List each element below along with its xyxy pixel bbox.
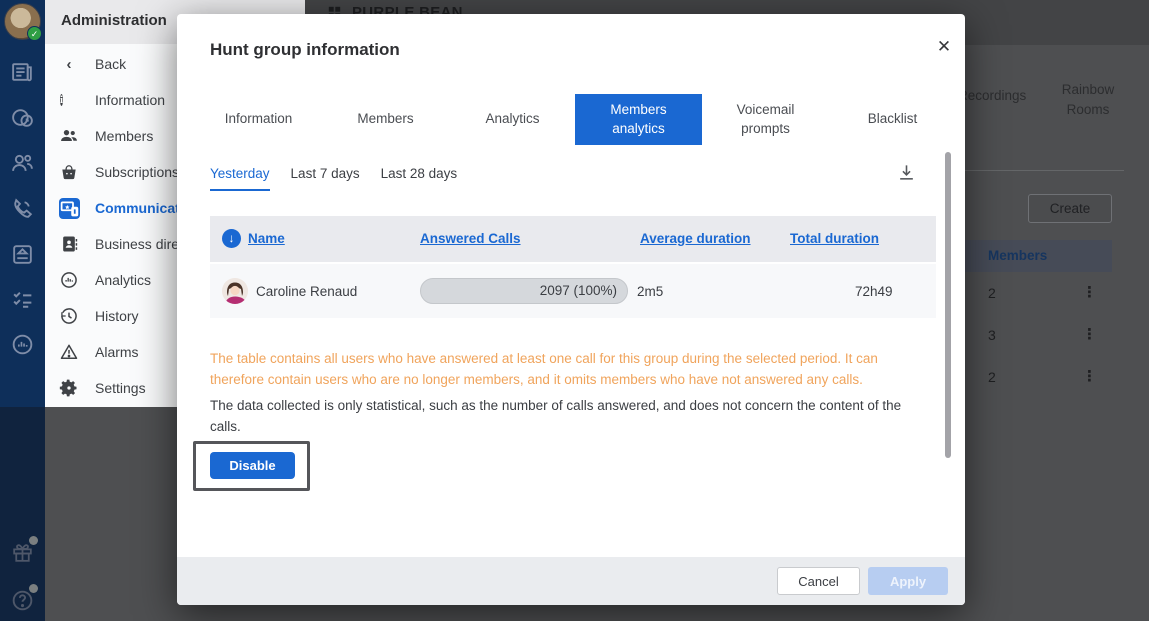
analytics-icon [59, 270, 79, 290]
hunt-group-information-modal: Hunt group information ✕ Information Mem… [177, 14, 965, 605]
sidebar-item-label: Back [95, 56, 126, 72]
cancel-button[interactable]: Cancel [777, 567, 860, 595]
alarm-triangle-icon [59, 342, 79, 362]
total-duration-value: 72h49 [855, 284, 893, 299]
period-last-28-days[interactable]: Last 28 days [381, 166, 458, 191]
chevron-left-icon: ‹ [59, 56, 79, 73]
members-column-header: Members [988, 248, 1047, 263]
tab-voicemail-prompts[interactable]: Voicemail prompts [702, 94, 829, 145]
sidebar-item-label: History [95, 308, 139, 324]
contacts-icon[interactable] [10, 150, 35, 175]
table-row: Caroline Renaud 2097 (100%) 2m5 72h49 [210, 264, 936, 318]
sidebar-item-label: Settings [95, 380, 146, 396]
average-duration-value: 2m5 [637, 284, 663, 299]
period-yesterday[interactable]: Yesterday [210, 166, 270, 191]
tasks-checklist-icon[interactable] [10, 287, 35, 312]
scrollbar-thumb[interactable] [945, 152, 951, 458]
modal-footer: Cancel Apply [177, 557, 965, 605]
presence-check-icon: ✓ [27, 26, 42, 41]
avatar [222, 278, 248, 304]
overlay-dim [0, 407, 45, 621]
tabs-divider [956, 170, 1124, 171]
gear-icon [59, 378, 79, 398]
column-name[interactable]: Name [248, 231, 285, 246]
tab-information[interactable]: Information [195, 94, 322, 145]
sidebar-title: Administration [61, 12, 167, 29]
apply-button[interactable]: Apply [868, 567, 948, 595]
kebab-menu-icon[interactable]: ⋮ [1082, 367, 1097, 385]
sidebar-item-label: Subscriptions [95, 164, 179, 180]
tab-recordings[interactable]: Recordings [958, 88, 1026, 103]
sidebar-item-label: Analytics [95, 272, 151, 288]
download-icon[interactable] [897, 163, 916, 182]
member-name: Caroline Renaud [256, 284, 357, 299]
period-last-7-days[interactable]: Last 7 days [291, 166, 360, 191]
directory-icon [59, 234, 79, 254]
answered-calls-bar: 2097 (100%) [420, 278, 628, 304]
history-clock-icon [59, 306, 79, 326]
column-total-duration[interactable]: Total duration [790, 231, 879, 246]
communications-icon [59, 198, 79, 218]
members-icon [59, 126, 79, 146]
info-note: The data collected is only statistical, … [210, 396, 932, 438]
tab-members-analytics[interactable]: Members analytics [575, 94, 702, 145]
close-icon[interactable]: ✕ [933, 36, 955, 58]
disable-button[interactable]: Disable [210, 452, 295, 479]
avatar[interactable]: ✓ [4, 3, 41, 40]
call-history-icon[interactable] [10, 105, 35, 130]
sort-down-icon[interactable]: ↓ [222, 229, 241, 248]
members-count: 2 [988, 285, 996, 301]
kebab-menu-icon[interactable]: ⋮ [1082, 325, 1097, 343]
members-count: 2 [988, 369, 996, 385]
sidebar-item-label: Information [95, 92, 165, 108]
period-filter: Yesterday Last 7 days Last 28 days [210, 166, 457, 191]
table-header-row: ↓ Name Answered Calls Average duration T… [210, 216, 936, 262]
sidebar-item-label: Members [95, 128, 153, 144]
voicemail-doc-icon[interactable] [10, 242, 35, 267]
tab-analytics[interactable]: Analytics [449, 94, 576, 145]
tab-blacklist[interactable]: Blacklist [829, 94, 956, 145]
basket-icon [59, 162, 79, 182]
app-icon-rail: ✓ [0, 0, 45, 621]
members-analytics-table: ↓ Name Answered Calls Average duration T… [210, 216, 936, 318]
members-count: 3 [988, 327, 996, 343]
warning-note: The table contains all users who have an… [210, 349, 932, 391]
sidebar-item-label: Alarms [95, 344, 139, 360]
phone-icon[interactable] [10, 196, 35, 221]
create-button[interactable]: Create [1028, 194, 1112, 223]
tab-members[interactable]: Members [322, 94, 449, 145]
tab-rainbow-rooms[interactable]: Rainbow Rooms [1051, 80, 1125, 119]
kebab-menu-icon[interactable]: ⋮ [1082, 283, 1097, 301]
info-icon: i [59, 90, 79, 110]
analytics-icon[interactable] [10, 332, 35, 357]
column-answered-calls[interactable]: Answered Calls [420, 231, 521, 246]
column-average-duration[interactable]: Average duration [640, 231, 751, 246]
news-icon[interactable] [10, 59, 35, 84]
modal-title: Hunt group information [210, 40, 400, 60]
